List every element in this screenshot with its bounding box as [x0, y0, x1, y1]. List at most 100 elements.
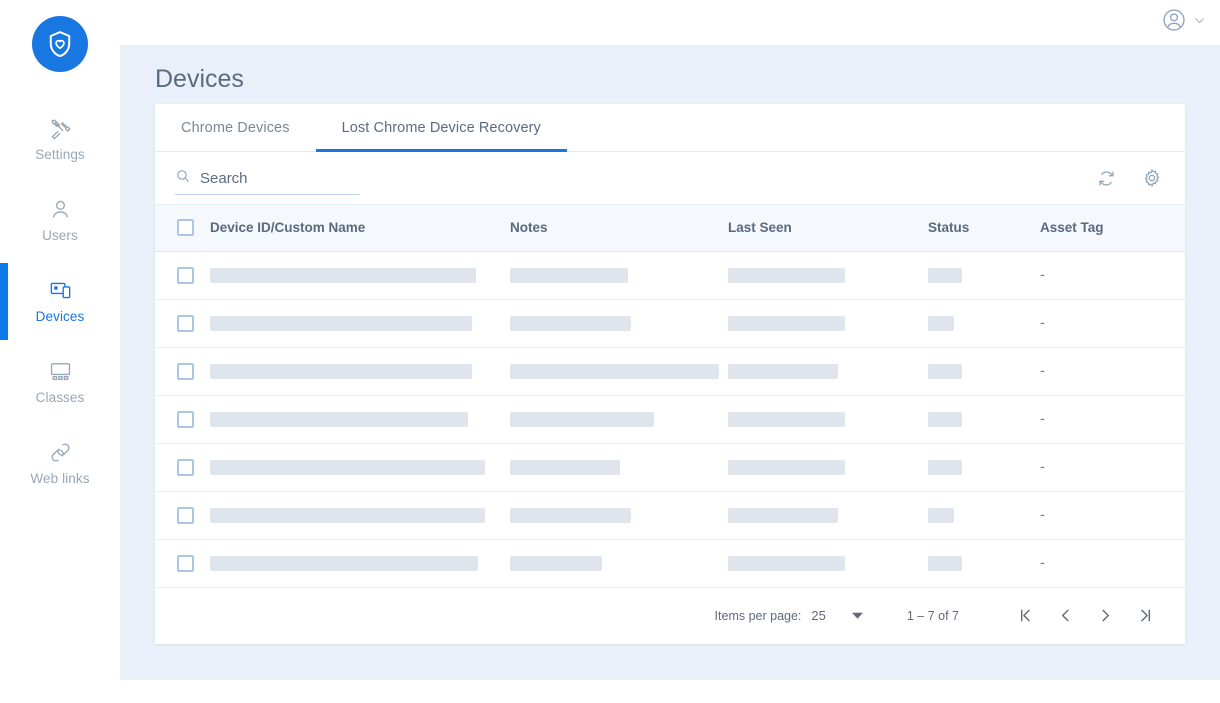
table-toolbar — [155, 152, 1185, 205]
column-header-device-name[interactable]: Device ID/Custom Name — [210, 205, 510, 252]
last-page-icon[interactable] — [1125, 596, 1165, 636]
skeleton-placeholder — [928, 267, 962, 283]
asset-tag-value: - — [1040, 362, 1045, 378]
cell-device-name — [210, 443, 510, 492]
row-checkbox[interactable] — [177, 506, 194, 524]
cell-status — [928, 491, 1040, 540]
tab-lost-chrome-device-recovery[interactable]: Lost Chrome Device Recovery — [315, 104, 568, 152]
select-all-checkbox[interactable] — [177, 219, 194, 237]
tab-bar: Chrome Devices Lost Chrome Device Recove… — [155, 104, 1185, 152]
toolbar-actions — [1096, 167, 1163, 189]
account-circle-icon — [1161, 7, 1187, 38]
cell-last-seen — [728, 491, 928, 540]
sidebar-item-devices[interactable]: Devices — [0, 260, 120, 341]
cell-last-seen — [728, 347, 928, 396]
cell-last-seen — [728, 251, 928, 300]
skeleton-placeholder — [928, 459, 962, 475]
content-area: Devices Chrome Devices Lost Chrome Devic… — [120, 45, 1220, 680]
cell-notes — [510, 539, 728, 588]
app-logo[interactable] — [32, 16, 88, 72]
row-checkbox[interactable] — [177, 362, 194, 380]
skeleton-placeholder — [210, 267, 476, 283]
skeleton-placeholder — [210, 555, 478, 571]
refresh-icon[interactable] — [1096, 168, 1117, 189]
asset-tag-value: - — [1040, 458, 1045, 474]
asset-tag-value: - — [1040, 314, 1045, 330]
row-checkbox[interactable] — [177, 554, 194, 572]
skeleton-placeholder — [728, 507, 838, 523]
top-bar — [120, 0, 1220, 45]
skeleton-placeholder — [928, 315, 954, 331]
column-header-notes[interactable]: Notes — [510, 205, 728, 252]
table-row[interactable]: - — [155, 491, 1185, 540]
sidebar-item-web-links[interactable]: Web links — [0, 422, 120, 503]
table-row[interactable]: - — [155, 539, 1185, 588]
items-per-page-dropdown-icon[interactable] — [851, 610, 863, 621]
column-header-status[interactable]: Status — [928, 205, 1040, 252]
classes-icon — [48, 359, 73, 385]
row-select-cell — [155, 347, 210, 396]
skeleton-placeholder — [510, 555, 602, 571]
tools-icon — [48, 116, 73, 142]
asset-tag-value: - — [1040, 506, 1045, 522]
table-row[interactable]: - — [155, 395, 1185, 444]
table-head: Device ID/Custom Name Notes Last Seen St… — [155, 205, 1185, 252]
cell-device-name — [210, 395, 510, 444]
cell-notes — [510, 491, 728, 540]
table-row[interactable]: - — [155, 443, 1185, 492]
skeleton-placeholder — [210, 411, 468, 427]
paginator: Items per page: 25 1 – 7 of 7 — [155, 587, 1185, 644]
table-row[interactable]: - — [155, 251, 1185, 300]
row-checkbox[interactable] — [177, 458, 194, 476]
first-page-icon[interactable] — [1005, 596, 1045, 636]
cell-asset-tag: - — [1040, 347, 1185, 396]
row-checkbox[interactable] — [177, 314, 194, 332]
search-icon — [175, 168, 191, 189]
previous-page-icon[interactable] — [1045, 596, 1085, 636]
row-select-cell — [155, 299, 210, 348]
cell-notes — [510, 299, 728, 348]
sidebar-item-users[interactable]: Users — [0, 179, 120, 260]
row-checkbox[interactable] — [177, 266, 194, 284]
cell-notes — [510, 443, 728, 492]
asset-tag-value: - — [1040, 266, 1045, 282]
cell-last-seen — [728, 539, 928, 588]
skeleton-placeholder — [728, 555, 845, 571]
sidebar-item-label: Devices — [35, 308, 85, 324]
sidebar-item-label: Users — [42, 227, 78, 243]
main-area: Devices Chrome Devices Lost Chrome Devic… — [120, 0, 1220, 703]
search-field[interactable] — [175, 168, 360, 195]
skeleton-placeholder — [928, 555, 962, 571]
sidebar-item-label: Web links — [30, 470, 90, 486]
sidebar-item-settings[interactable]: Settings — [0, 98, 120, 179]
row-select-cell — [155, 443, 210, 492]
tab-chrome-devices[interactable]: Chrome Devices — [155, 104, 316, 151]
select-all-header — [155, 205, 210, 252]
skeleton-placeholder — [928, 507, 954, 523]
cell-asset-tag: - — [1040, 395, 1185, 444]
column-header-last-seen[interactable]: Last Seen — [728, 205, 928, 252]
account-menu-button[interactable] — [1161, 7, 1206, 38]
search-input[interactable] — [200, 169, 350, 187]
devices-card: Chrome Devices Lost Chrome Device Recove… — [155, 104, 1185, 644]
next-page-icon[interactable] — [1085, 596, 1125, 636]
cell-device-name — [210, 539, 510, 588]
row-select-cell — [155, 395, 210, 444]
cell-device-name — [210, 299, 510, 348]
table-row[interactable]: - — [155, 299, 1185, 348]
gear-icon[interactable] — [1141, 167, 1163, 189]
column-header-asset-tag[interactable]: Asset Tag — [1040, 205, 1185, 252]
cell-status — [928, 299, 1040, 348]
sidebar-item-classes[interactable]: Classes — [0, 341, 120, 422]
cell-last-seen — [728, 395, 928, 444]
row-checkbox[interactable] — [177, 410, 194, 428]
skeleton-placeholder — [728, 315, 845, 331]
cell-status — [928, 539, 1040, 588]
skeleton-placeholder — [728, 267, 845, 283]
table-header-row: Device ID/Custom Name Notes Last Seen St… — [155, 205, 1185, 252]
cell-asset-tag: - — [1040, 539, 1185, 588]
table-row[interactable]: - — [155, 347, 1185, 396]
items-per-page-value[interactable]: 25 — [811, 608, 825, 623]
skeleton-placeholder — [510, 507, 631, 523]
skeleton-placeholder — [210, 459, 485, 475]
